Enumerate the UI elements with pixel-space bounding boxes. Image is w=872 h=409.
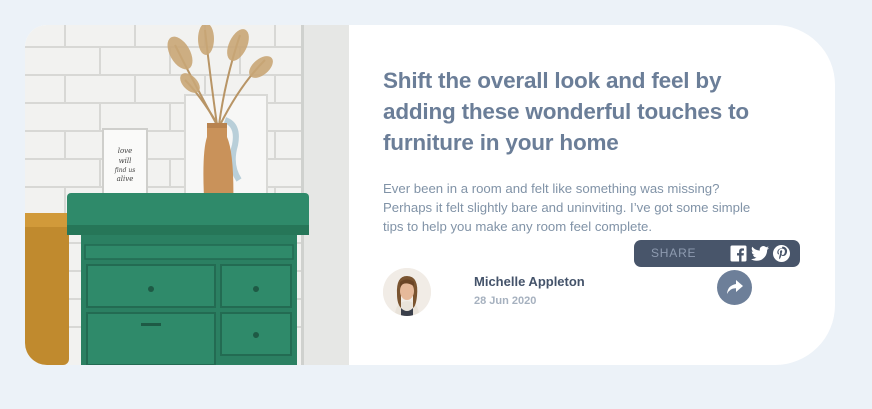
share-arrow-icon <box>727 280 743 294</box>
article-card: love will find us alive Shift the overal… <box>25 25 835 365</box>
avatar <box>383 268 431 316</box>
share-label: SHARE <box>651 246 697 260</box>
svg-text:will: will <box>119 157 132 165</box>
facebook-icon[interactable] <box>730 245 747 262</box>
article-content: Shift the overall look and feel by addin… <box>383 25 803 365</box>
share-panel: SHARE <box>634 240 800 267</box>
svg-text:alive: alive <box>117 175 134 183</box>
author-name: Michelle Appleton <box>474 274 585 289</box>
svg-text:love: love <box>118 147 133 155</box>
author-date: 28 Jun 2020 <box>474 295 537 307</box>
article-headline: Shift the overall look and feel by addin… <box>383 68 749 155</box>
furniture-illustration: love will find us alive <box>25 25 349 365</box>
article-photo: love will find us alive <box>25 25 349 365</box>
pinterest-icon[interactable] <box>773 245 790 262</box>
twitter-icon[interactable] <box>751 245 769 262</box>
article-description: Ever been in a room and felt like someth… <box>383 181 751 234</box>
share-button[interactable] <box>717 270 752 305</box>
svg-text:find us: find us <box>114 167 136 174</box>
